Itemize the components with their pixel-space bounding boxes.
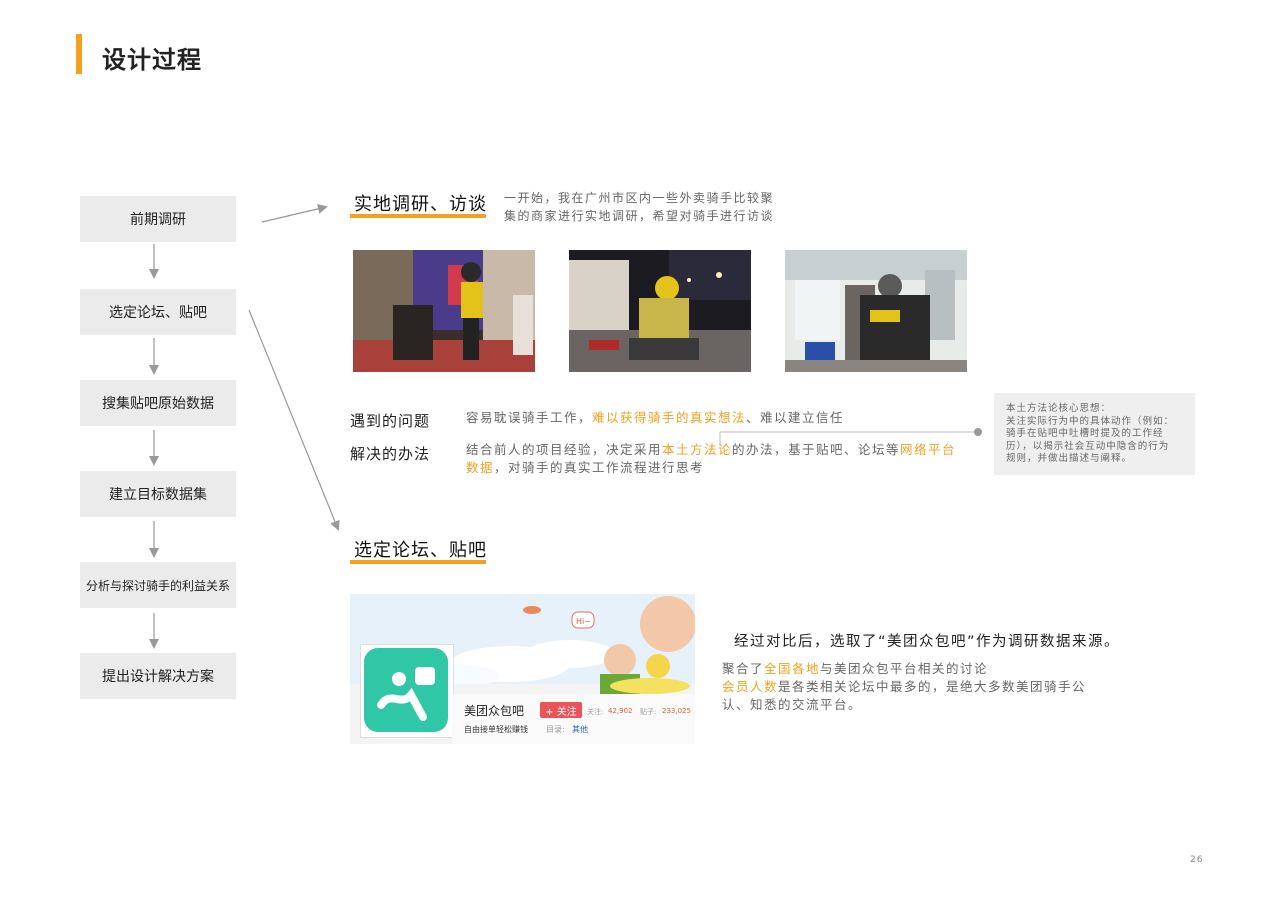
- detail-highlight: 会员人数: [722, 679, 779, 694]
- section-title-forum: 选定论坛、贴吧: [354, 540, 487, 561]
- note-line: 本土方法论核心思想：: [1006, 403, 1112, 414]
- section-underline: [350, 560, 486, 564]
- section-title-field-research: 实地调研、访谈: [354, 194, 487, 215]
- problem-text-part: 、难以建立信任: [746, 410, 845, 425]
- detail-part: 聚合了: [722, 661, 765, 676]
- detail-part: 是各类相关论坛中最多的，是绝大多数美团骑手公: [778, 679, 1087, 694]
- forum-detail: 聚合了全国各地与美团众包平台相关的讨论会员人数是各类相关论坛中最多的，是绝大多数…: [722, 660, 1102, 714]
- solution-text-part: ，对骑手的真实工作流程进行思考: [494, 460, 705, 475]
- section-underline: [350, 214, 486, 218]
- follow-count: 42,902: [608, 707, 633, 715]
- problem-text: 容易耽误骑手工作，难以获得骑手的真实想法、难以建立信任: [466, 409, 844, 427]
- forum-avatar: [360, 644, 454, 738]
- detail-part: 认、知悉的交流平台。: [722, 697, 863, 712]
- photo-rider-3: [785, 250, 967, 372]
- solution-text: 结合前人的项目经验，决定采用本土方法论的办法，基于贴吧、论坛等网络平台数据，对骑…: [466, 441, 966, 477]
- forum-logo-icon: [364, 648, 448, 732]
- category-label: 目录:: [546, 725, 565, 734]
- solution-highlight: 数据: [466, 460, 495, 475]
- follow-label: 关注:: [587, 708, 604, 716]
- posts-label: 贴子:: [640, 708, 657, 716]
- field-research-desc: 一开始，我在广州市区内一些外卖骑手比较聚 集的商家进行实地调研，希望对骑手进行访…: [504, 189, 774, 225]
- note-line: 骑手在贴吧中吐槽时提及的工作经: [1006, 428, 1164, 439]
- methodology-note: 本土方法论核心思想： 关注实际行为中的具体动作（例如： 骑手在贴吧中吐槽时提及的…: [994, 393, 1195, 475]
- detail-highlight: 全国各地: [764, 661, 821, 676]
- solution-text-part: 结合前人的项目经验，决定采用: [466, 442, 663, 457]
- solution-label: 解决的办法: [350, 445, 431, 463]
- category-link[interactable]: 其他: [572, 724, 588, 735]
- note-line: 历），以揭示社会互动中隐含的行为: [1006, 440, 1170, 452]
- forum-summary: 经过对比后，选取了“美团众包吧”作为调研数据来源。: [734, 634, 1121, 650]
- forum-name: 美团众包吧: [464, 704, 525, 718]
- note-line: 关注实际行为中的具体动作（例如：: [1006, 415, 1175, 427]
- problem-label: 遇到的问题: [350, 412, 431, 430]
- photo-rider-1: [353, 250, 535, 372]
- detail-part: 与美团众包平台相关的讨论: [820, 661, 989, 676]
- bubble-text: Hi~: [576, 617, 591, 626]
- forum-slogan: 自由接单轻松赚钱: [464, 725, 528, 734]
- problem-highlight: 难以获得骑手的真实想法: [592, 410, 747, 425]
- posts-count: 233,025: [662, 707, 691, 715]
- solution-highlight: 本土方法论: [662, 442, 733, 457]
- photo-rider-2: [569, 250, 751, 372]
- solution-highlight: 网络平台: [900, 442, 957, 457]
- solution-text-part: 的办法，基于贴吧、论坛等: [732, 442, 901, 457]
- desc-line-2: 集的商家进行实地调研，希望对骑手进行访谈: [504, 209, 775, 223]
- note-line: 规则，并做出描述与阐释。: [1006, 453, 1133, 464]
- follow-button[interactable]: + 关注: [540, 702, 582, 718]
- desc-line-1: 一开始，我在广州市区内一些外卖骑手比较聚: [504, 191, 775, 205]
- problem-text-part: 容易耽误骑手工作，: [466, 410, 593, 425]
- page-number: 26: [1190, 855, 1204, 865]
- forum-banner: Hi~ 美团众包吧 + 关注 关注: 42,902 贴子: 233,025 自由…: [350, 594, 695, 744]
